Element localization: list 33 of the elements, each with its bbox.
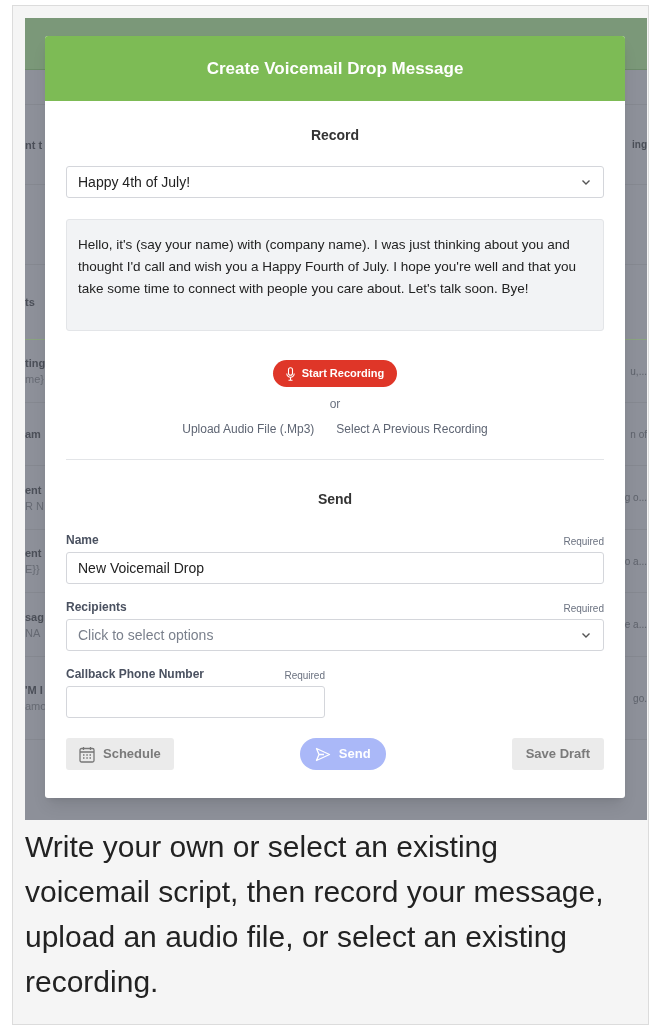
- microphone-icon: [285, 366, 295, 381]
- field-label: Recipients: [66, 599, 127, 616]
- save-draft-button[interactable]: Save Draft: [511, 738, 604, 770]
- background-text: ent: [25, 482, 43, 498]
- field-label: Callback Phone Number: [66, 666, 205, 683]
- background-text: sag: [25, 609, 45, 625]
- required-note: Required: [563, 535, 604, 549]
- calendar-icon: [79, 745, 95, 763]
- required-note: Required: [284, 669, 325, 683]
- background-text: ting: [25, 356, 45, 371]
- name-field[interactable]: New Voicemail Drop: [66, 552, 604, 584]
- background-text: nt t: [25, 137, 44, 153]
- modal-title: Create Voicemail Drop Message: [206, 57, 464, 80]
- required-note: Required: [563, 602, 604, 616]
- option-link[interactable]: Upload Audio File (.Mp3): [182, 420, 315, 438]
- recipients-select[interactable]: Click to select options: [66, 619, 604, 651]
- caption: Write your own or select an existing voicemail script, then record your message, upload an audio file, or select an existing recording.: [25, 829, 605, 1000]
- schedule-button[interactable]: Schedule: [66, 738, 174, 770]
- option-link[interactable]: Select A Previous Recording: [336, 420, 488, 438]
- section-heading: Send: [317, 490, 353, 509]
- send-icon: [314, 746, 331, 762]
- phone-field[interactable]: [66, 686, 325, 718]
- field-label: Name: [66, 532, 99, 549]
- background-text: ing: [632, 138, 647, 152]
- section-heading: Record: [310, 126, 360, 145]
- or-text: or: [329, 396, 341, 413]
- background-text: ent: [25, 546, 43, 561]
- script-select[interactable]: Happy 4th of July!: [66, 166, 604, 198]
- background-text: ts: [25, 295, 36, 310]
- script-text[interactable]: Hello, it's (say your name) with (company name). I was just thinking about you and thought I'd call and wish you a Happy Fourth of July. I hope you're well and that you take some time to connect with people you care about. Let's talk soon. Bye!: [66, 219, 604, 331]
- start-recording-button[interactable]: Start Recording: [272, 360, 398, 387]
- background-text: am: [25, 427, 42, 442]
- background-text: 'M I: [25, 683, 44, 698]
